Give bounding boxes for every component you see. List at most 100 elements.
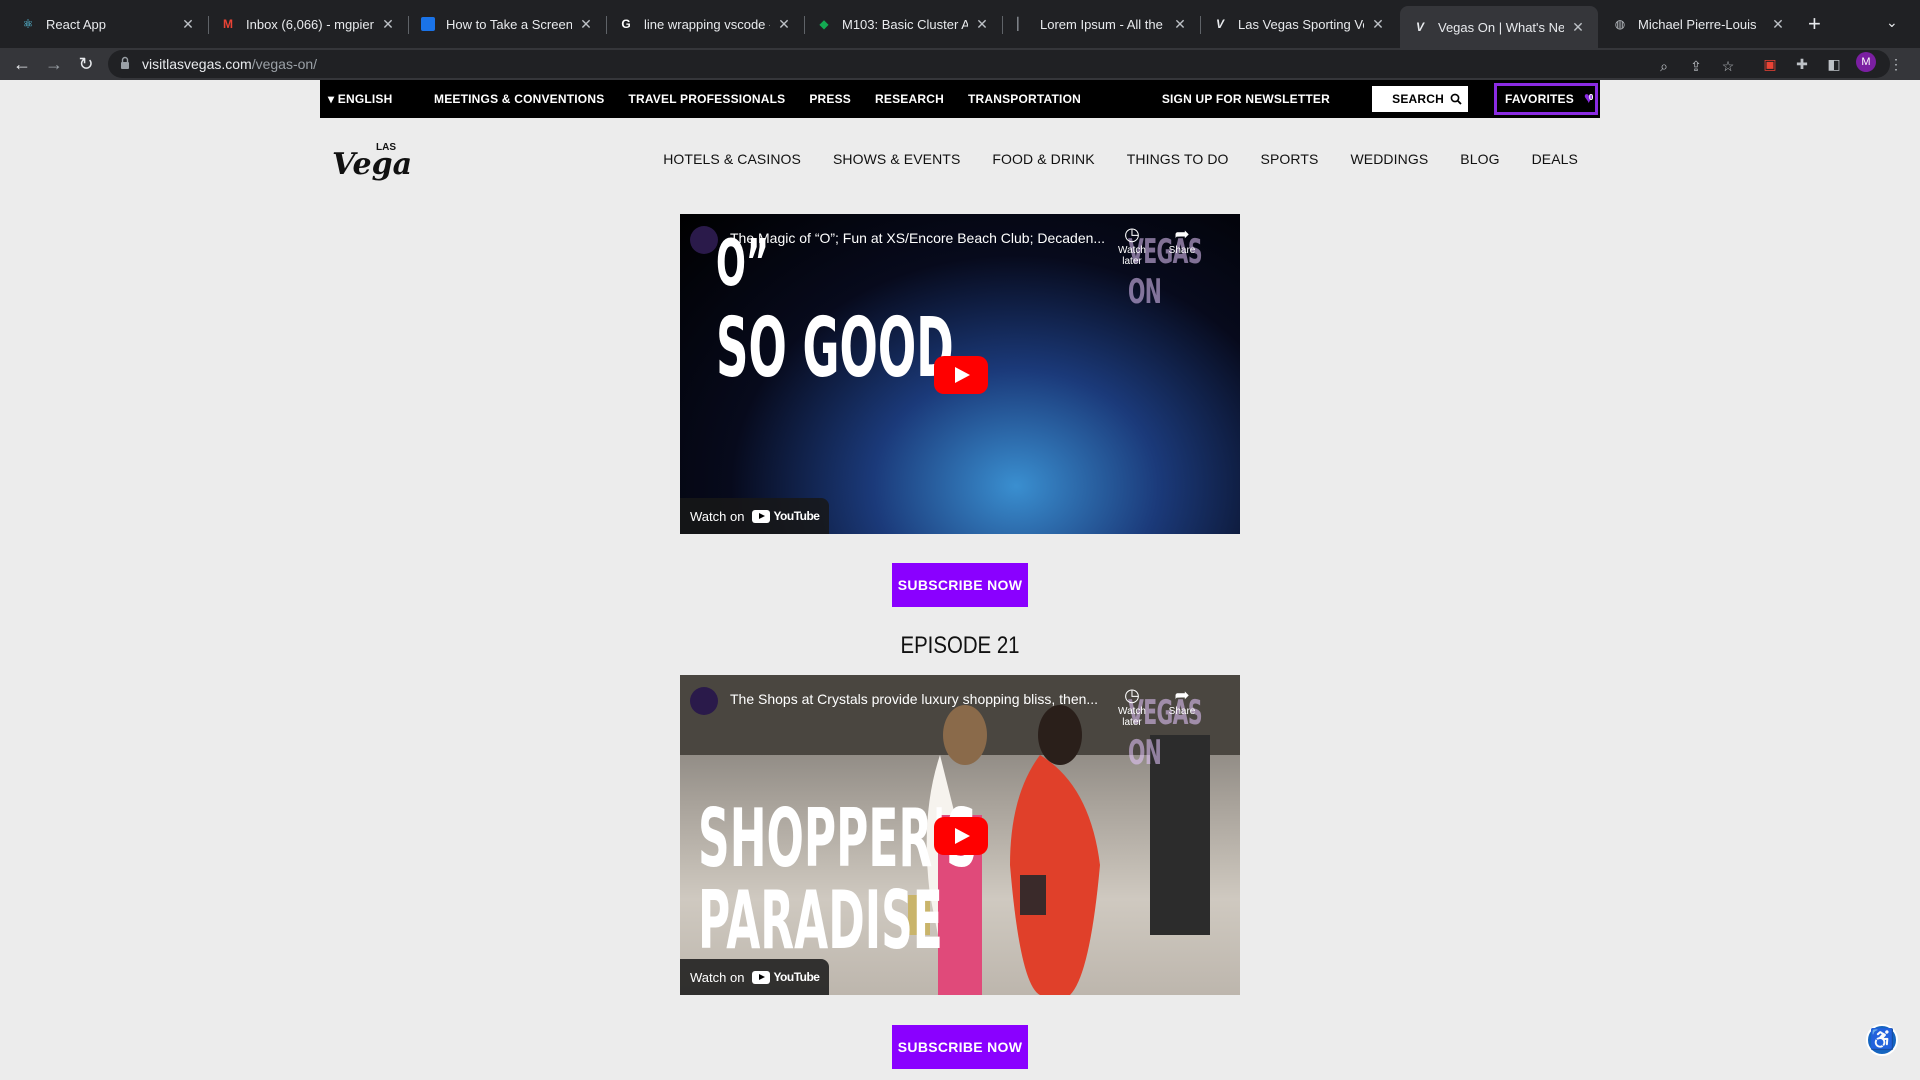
browser-tab[interactable]: V Las Vegas Sporting Ven ✕	[1200, 8, 1398, 40]
url-host: visitlasvegas.com	[142, 56, 252, 72]
close-tab-icon[interactable]: ✕	[974, 16, 990, 33]
share-arrow-icon: ➦	[1174, 685, 1190, 705]
las-vegas-logo[interactable]: LAS Vegas	[330, 136, 410, 186]
close-tab-icon[interactable]: ✕	[578, 16, 594, 33]
subscribe-button[interactable]: SUBSCRIBE NOW	[892, 1025, 1028, 1069]
youtube-play-icon	[752, 509, 771, 523]
article-icon	[420, 16, 436, 32]
nav-deals[interactable]: DEALS	[1532, 151, 1578, 167]
video-title[interactable]: The Shops at Crystals provide luxury sho…	[730, 691, 1130, 707]
lorem-icon: ▏	[1017, 17, 1027, 31]
utility-link-travel-pros[interactable]: TRAVEL PROFESSIONALS	[628, 92, 785, 106]
close-tab-icon[interactable]: ✕	[1770, 16, 1786, 33]
forward-arrow-icon[interactable]: →	[42, 52, 66, 76]
browser-tab[interactable]: ▏ Lorem Ipsum - All the fa ✕	[1002, 8, 1200, 40]
language-label: ENGLISH	[337, 92, 393, 106]
subscribe-button[interactable]: SUBSCRIBE NOW	[892, 563, 1028, 607]
browser-tab[interactable]: G line wrapping vscode - ✕	[606, 8, 804, 40]
google-icon: G	[621, 17, 631, 31]
close-tab-icon[interactable]: ✕	[380, 16, 396, 33]
channel-avatar[interactable]	[690, 687, 718, 715]
utility-link-research[interactable]: RESEARCH	[875, 92, 944, 106]
search-button[interactable]: SEARCH	[1372, 86, 1468, 112]
share-icon[interactable]: ⇪	[1686, 56, 1706, 76]
video-title[interactable]: The Magic of “O”; Fun at XS/Encore Beach…	[730, 230, 1130, 246]
browser-tab[interactable]: ◆ M103: Basic Cluster Adm ✕	[804, 8, 1002, 40]
play-button[interactable]	[934, 356, 988, 394]
close-tab-icon[interactable]: ✕	[776, 16, 792, 33]
play-button[interactable]	[934, 817, 988, 855]
nav-weddings[interactable]: WEDDINGS	[1350, 151, 1428, 167]
tab-title: How to Take a Screensh	[446, 16, 572, 32]
youtube-logo: YouTube	[752, 509, 820, 523]
accessibility-icon[interactable]: ♿	[1866, 1024, 1898, 1056]
tab-title: line wrapping vscode -	[644, 16, 770, 32]
side-panel-icon[interactable]: ◧	[1824, 54, 1844, 74]
video-overlay-text: PARADISE	[698, 874, 943, 967]
share-label: Share	[1168, 245, 1196, 256]
watch-later-button[interactable]: ◷ Watch later	[1110, 685, 1154, 728]
bookmark-star-icon[interactable]: ☆	[1718, 56, 1738, 76]
nav-blog[interactable]: BLOG	[1460, 151, 1499, 167]
nav-things-to-do[interactable]: THINGS TO DO	[1127, 151, 1229, 167]
search-icon	[1450, 93, 1462, 105]
reload-icon[interactable]: ↻	[74, 52, 98, 76]
profile-avatar[interactable]: M	[1856, 52, 1876, 72]
tab-title: Lorem Ipsum - All the fa	[1040, 16, 1166, 32]
extension-icon[interactable]: ▣	[1760, 54, 1780, 74]
share-button[interactable]: ➦ Share	[1160, 224, 1204, 256]
heart-icon: ♥ 0	[1583, 90, 1594, 107]
nav-hotels-casinos[interactable]: HOTELS & CASINOS	[663, 151, 801, 167]
new-tab-icon[interactable]: +	[1808, 12, 1821, 36]
utility-link-transportation[interactable]: TRANSPORTATION	[968, 92, 1081, 106]
favorites-button[interactable]: FAVORITES ♥ 0	[1494, 83, 1598, 115]
address-bar[interactable]: visitlasvegas.com/vegas-on/ ⌕ ⇪ ☆	[108, 50, 1890, 78]
browser-tab-bar: ⚛ React App ✕ M Inbox (6,066) - mgpierr …	[0, 0, 1920, 48]
puzzle-icon[interactable]: ✚	[1792, 54, 1812, 74]
watch-on-youtube-button[interactable]: Watch on YouTube	[680, 959, 830, 995]
youtube-wordmark: YouTube	[773, 509, 820, 523]
clock-icon: ◷	[1124, 224, 1140, 244]
nav-shows-events[interactable]: SHOWS & EVENTS	[833, 151, 960, 167]
utility-link-press[interactable]: PRESS	[809, 92, 851, 106]
tab-search-chevron-icon[interactable]: ⌄	[1886, 14, 1898, 31]
browser-tab-active[interactable]: V Vegas On | What's New ✕	[1400, 6, 1598, 48]
youtube-embed[interactable]: SHOPPER'S PARADISE The Shops at Crystals…	[680, 675, 1240, 995]
youtube-embed[interactable]: O” SO GOOD The Magic of “O”; Fun at XS/E…	[680, 214, 1240, 534]
browser-tab[interactable]: ⚛ React App ✕	[8, 8, 208, 40]
close-tab-icon[interactable]: ✕	[180, 16, 196, 33]
share-label: Share	[1168, 706, 1196, 717]
language-selector[interactable]: ▾ ENGLISH	[328, 92, 434, 106]
nav-food-drink[interactable]: FOOD & DRINK	[992, 151, 1094, 167]
close-tab-icon[interactable]: ✕	[1570, 19, 1586, 36]
utility-link-meetings[interactable]: MEETINGS & CONVENTIONS	[434, 92, 604, 106]
tab-title: Inbox (6,066) - mgpierr	[246, 16, 374, 32]
url-text: visitlasvegas.com/vegas-on/	[142, 56, 317, 72]
share-button[interactable]: ➦ Share	[1160, 685, 1204, 717]
tab-title: M103: Basic Cluster Adm	[842, 16, 968, 32]
browser-tab[interactable]: M Inbox (6,066) - mgpierr ✕	[208, 8, 408, 40]
tab-title: React App	[46, 16, 106, 32]
utility-nav: ▾ ENGLISH MEETINGS & CONVENTIONS TRAVEL …	[320, 80, 1600, 118]
close-tab-icon[interactable]: ✕	[1172, 16, 1188, 33]
close-tab-icon[interactable]: ✕	[1370, 16, 1386, 33]
episode-heading: EPISODE 21	[900, 632, 1020, 659]
mongodb-icon: ◆	[819, 17, 829, 31]
zoom-icon[interactable]: ⌕	[1654, 56, 1674, 76]
nav-sports[interactable]: SPORTS	[1261, 151, 1319, 167]
video-overlay-text: SO GOOD	[716, 301, 954, 396]
watch-later-label: Watch later	[1118, 245, 1146, 267]
watch-on-youtube-button[interactable]: Watch on YouTube	[680, 498, 830, 534]
browser-tab[interactable]: ◍ Michael Pierre-Louis ✕	[1600, 8, 1798, 40]
back-arrow-icon[interactable]: ←	[10, 52, 34, 76]
browser-toolbar: ← → ↻ visitlasvegas.com/vegas-on/ ⌕ ⇪ ☆ …	[0, 48, 1920, 80]
vegas-icon: V	[1215, 17, 1224, 31]
newsletter-link[interactable]: SIGN UP FOR NEWSLETTER	[1162, 92, 1330, 106]
watch-later-button[interactable]: ◷ Watch later	[1110, 224, 1154, 267]
site-container: ▾ ENGLISH MEETINGS & CONVENTIONS TRAVEL …	[320, 80, 1600, 1069]
main-nav: LAS Vegas HOTELS & CASINOS SHOWS & EVENT…	[320, 118, 1600, 206]
browser-tab[interactable]: How to Take a Screensh ✕	[408, 8, 606, 40]
channel-avatar[interactable]	[690, 226, 718, 254]
url-path: /vegas-on/	[251, 56, 318, 72]
kebab-menu-icon[interactable]: ⋮	[1886, 54, 1906, 74]
